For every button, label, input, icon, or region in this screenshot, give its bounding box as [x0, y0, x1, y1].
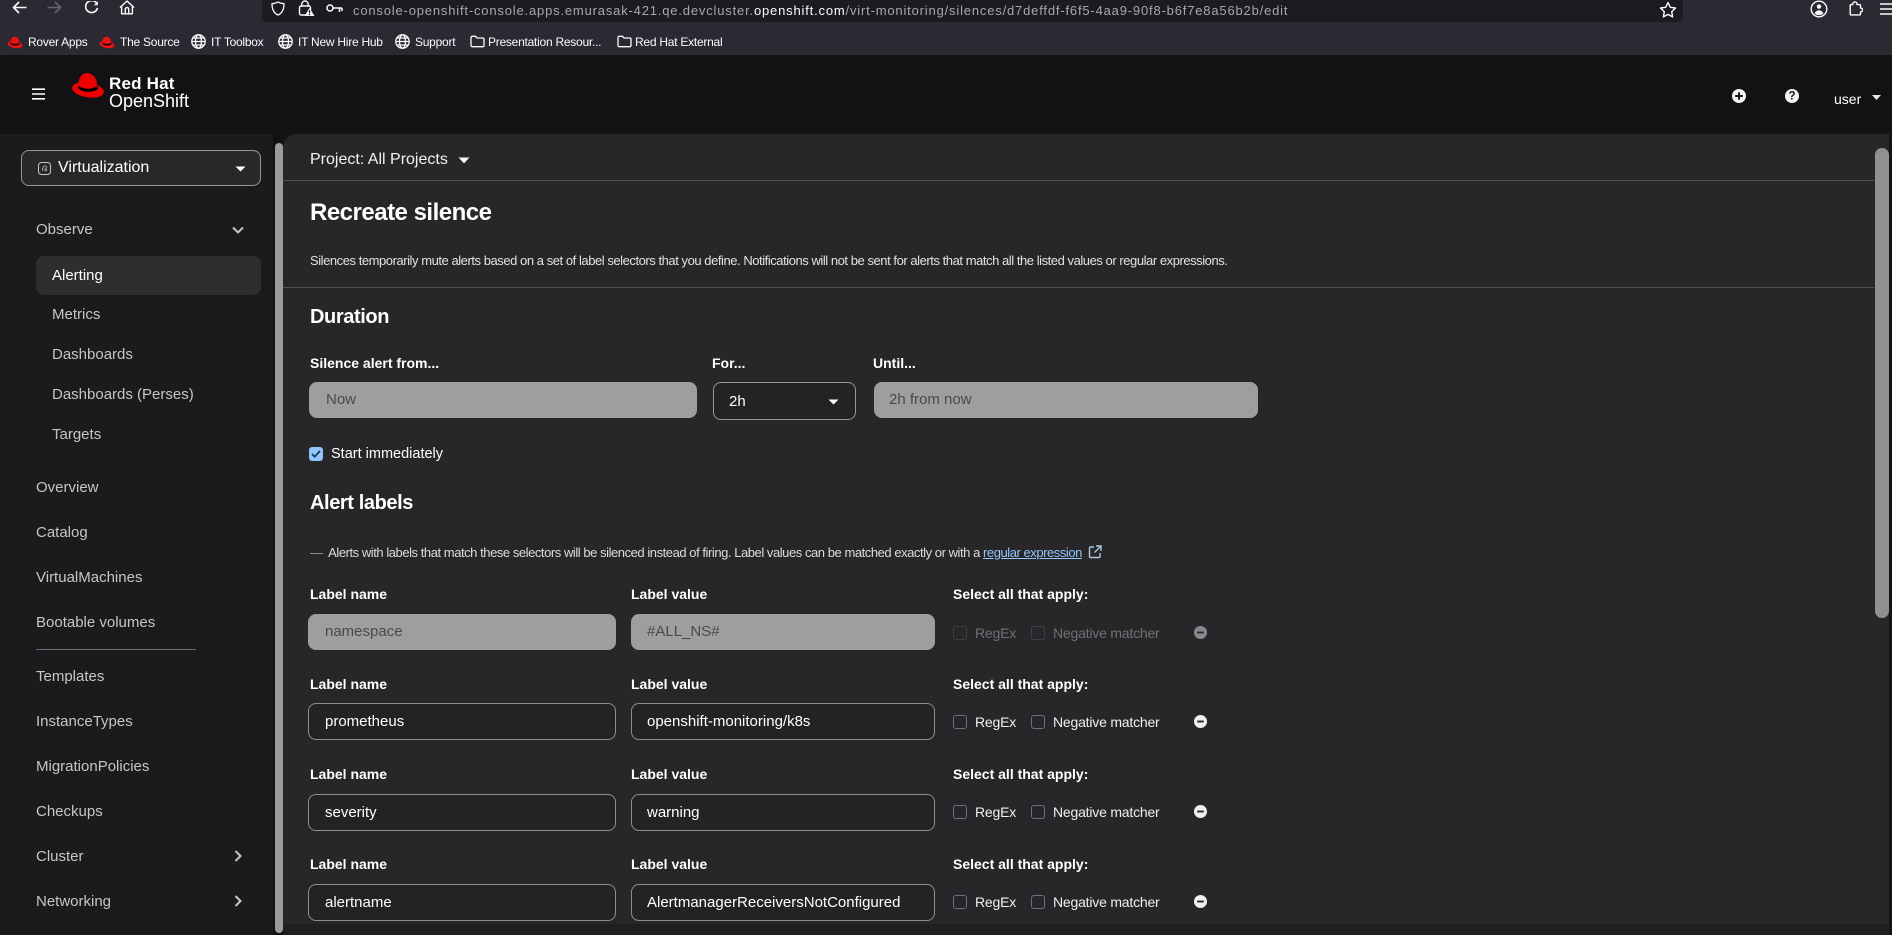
svg-text:?: ? — [1788, 91, 1795, 103]
